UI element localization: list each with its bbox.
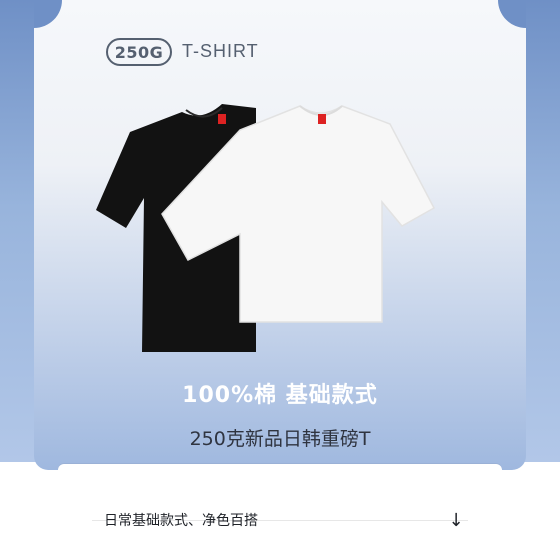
arrow-down-icon[interactable]: ↓ [446,509,466,531]
weight-badge: 250G [106,38,172,66]
arrow-glyph: ↓ [448,509,464,531]
product-type-label: T-SHIRT [182,41,259,61]
white-tshirt-label [318,114,326,124]
product-image [96,104,436,352]
black-tshirt-label [218,114,226,124]
info-text: 日常基础款式、净色百搭 [104,513,258,529]
weight-badge-text: 250G [114,42,164,62]
product-headline: 100%棉 基础款式 [182,383,378,408]
product-subline: 250克新品日韩重磅T [189,428,371,450]
